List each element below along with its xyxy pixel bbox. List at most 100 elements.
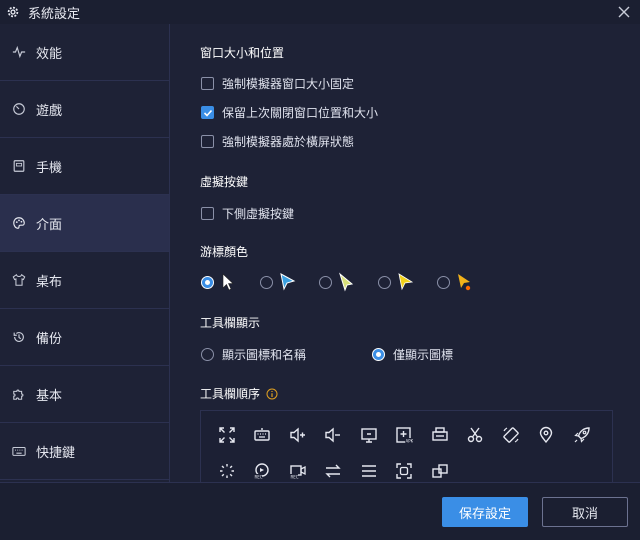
toolbar-item-capture[interactable]: [387, 453, 423, 482]
sidebar-item-game[interactable]: 遊戲: [0, 81, 169, 138]
sidebar-item-label: 效能: [36, 46, 63, 62]
sync-icon: [325, 464, 341, 478]
sidebar-item-phone[interactable]: 手機: [0, 138, 169, 195]
checkbox[interactable]: [201, 207, 214, 220]
cursor-option-white[interactable]: [201, 272, 238, 292]
cut-icon: [468, 427, 483, 443]
section-title-window: 窗口大小和位置: [200, 46, 285, 60]
radio[interactable]: [437, 275, 450, 289]
menu-icon: [361, 465, 376, 477]
add-apk-icon: APK: [396, 427, 414, 444]
volume-up-icon: [290, 427, 305, 443]
capture-icon: [396, 463, 412, 479]
multi-window-icon: [432, 464, 448, 478]
sidebar-item-performance[interactable]: 效能: [0, 24, 169, 81]
option-label: 僅顯示圖標: [393, 348, 454, 362]
option-show-icon-and-name[interactable]: 顯示圖標和名稱: [201, 346, 306, 363]
option-label: 顯示圖標和名稱: [222, 348, 307, 362]
sidebar-item-interface[interactable]: 介面: [0, 195, 169, 252]
toolbar-item-volume-up[interactable]: [280, 417, 316, 453]
toolbar-item-keyboard[interactable]: [245, 417, 281, 453]
save-settings-button[interactable]: 保存設定: [442, 497, 528, 527]
toolbar-item-screenshot[interactable]: [351, 417, 387, 453]
sidebar-item-shortcuts[interactable]: 快捷鍵: [0, 423, 169, 480]
video-record-icon: REC: [289, 465, 306, 480]
sidebar-item-label: 基本: [36, 388, 63, 404]
cursor-option-yellow-green[interactable]: [319, 272, 356, 292]
title-bar: 系統設定: [0, 0, 640, 24]
toolbar-item-multi-window[interactable]: [422, 453, 458, 482]
option-label: 強制模擬器處於橫屏狀態: [222, 135, 355, 149]
close-icon[interactable]: [616, 4, 632, 20]
toolbar-item-record[interactable]: REC: [245, 453, 281, 482]
svg-text:APK: APK: [406, 439, 414, 444]
radio[interactable]: [201, 348, 214, 361]
toolbar-item-loading[interactable]: [209, 453, 245, 482]
option-force-landscape[interactable]: 強制模擬器處於橫屏狀態: [201, 133, 354, 150]
radio[interactable]: [260, 275, 273, 289]
sidebar-item-basic[interactable]: 基本: [0, 366, 169, 423]
svg-text:REC: REC: [290, 475, 298, 480]
radio[interactable]: [319, 275, 332, 289]
svg-text:REC: REC: [255, 475, 263, 480]
cursor-option-orange[interactable]: [437, 272, 474, 292]
yellow-cursor-icon: [398, 273, 414, 291]
sidebar-item-label: 快捷鍵: [36, 445, 76, 461]
toolbar-order-list: APK REC REC: [200, 410, 613, 482]
option-fixed-window-size[interactable]: 強制模擬器窗口大小固定: [201, 75, 354, 92]
toolbar-item-fullscreen[interactable]: [209, 417, 245, 453]
shirt-icon: [12, 273, 26, 286]
location-icon: [540, 426, 553, 444]
cursor-option-blue[interactable]: [260, 272, 297, 292]
option-label: 保留上次關閉窗口位置和大小: [222, 106, 379, 120]
checkbox[interactable]: [201, 77, 214, 90]
screenshot-icon: [361, 428, 377, 443]
checkmark-icon: [203, 109, 212, 117]
sidebar-item-label: 介面: [36, 217, 63, 233]
toolbar-item-rotate[interactable]: [493, 417, 529, 453]
option-icon-only[interactable]: 僅顯示圖標: [372, 346, 453, 363]
option-bottom-virtual-keys[interactable]: 下側虛擬按鍵: [201, 205, 294, 222]
dialog-footer: 保存設定 取消: [0, 482, 640, 540]
cancel-button[interactable]: 取消: [542, 497, 628, 527]
toolbar-item-menu[interactable]: [351, 453, 387, 482]
window-title: 系統設定: [28, 6, 81, 22]
history-icon: [13, 332, 24, 342]
section-title-toolbar-display: 工具欄顯示: [200, 316, 261, 330]
sidebar: 效能 遊戲 手機 介面 桌布 備份 基本 快捷鍵: [0, 24, 170, 482]
checkbox-checked[interactable]: [201, 106, 214, 119]
blue-cursor-icon: [280, 273, 296, 291]
toolbar-item-add-apk[interactable]: APK: [387, 417, 423, 453]
toolbar-item-sync[interactable]: [316, 453, 352, 482]
keyboard-icon: [254, 428, 270, 441]
toolbar-item-rocket[interactable]: [564, 417, 600, 453]
toolbar-item-cut[interactable]: [458, 417, 494, 453]
sidebar-item-backup[interactable]: 備份: [0, 309, 169, 366]
radio[interactable]: [378, 275, 391, 289]
loading-icon: [219, 464, 234, 478]
option-remember-window-position[interactable]: 保留上次關閉窗口位置和大小: [201, 104, 378, 121]
toolbar-item-location[interactable]: [529, 417, 565, 453]
printer-icon: [432, 427, 448, 441]
white-cursor-icon: [222, 273, 234, 291]
info-icon[interactable]: [266, 388, 278, 400]
cursor-option-yellow[interactable]: [378, 272, 415, 292]
performance-icon: [12, 45, 26, 59]
record-icon: REC: [254, 463, 269, 480]
sidebar-item-wallpaper[interactable]: 桌布: [0, 252, 169, 309]
radio-selected[interactable]: [201, 275, 214, 289]
toolbar-item-printer[interactable]: [422, 417, 458, 453]
toolbar-item-volume-down[interactable]: [316, 417, 352, 453]
fullscreen-icon: [219, 427, 235, 443]
sidebar-item-label: 遊戲: [36, 103, 63, 119]
radio-selected[interactable]: [372, 348, 385, 361]
section-title-toolbar-order: 工具欄順序: [200, 385, 278, 402]
orange-dot-cursor-icon: [458, 274, 471, 291]
section-title-virtual-keys: 虛擬按鍵: [200, 175, 249, 189]
toolbar-item-video-record[interactable]: REC: [280, 453, 316, 482]
section-title-text: 工具欄順序: [200, 387, 261, 401]
settings-content: 窗口大小和位置 強制模擬器窗口大小固定 保留上次關閉窗口位置和大小 強制模擬器處…: [171, 24, 640, 482]
sidebar-item-label: 手機: [36, 160, 63, 176]
checkbox[interactable]: [201, 135, 214, 148]
palette-icon: [13, 217, 25, 229]
